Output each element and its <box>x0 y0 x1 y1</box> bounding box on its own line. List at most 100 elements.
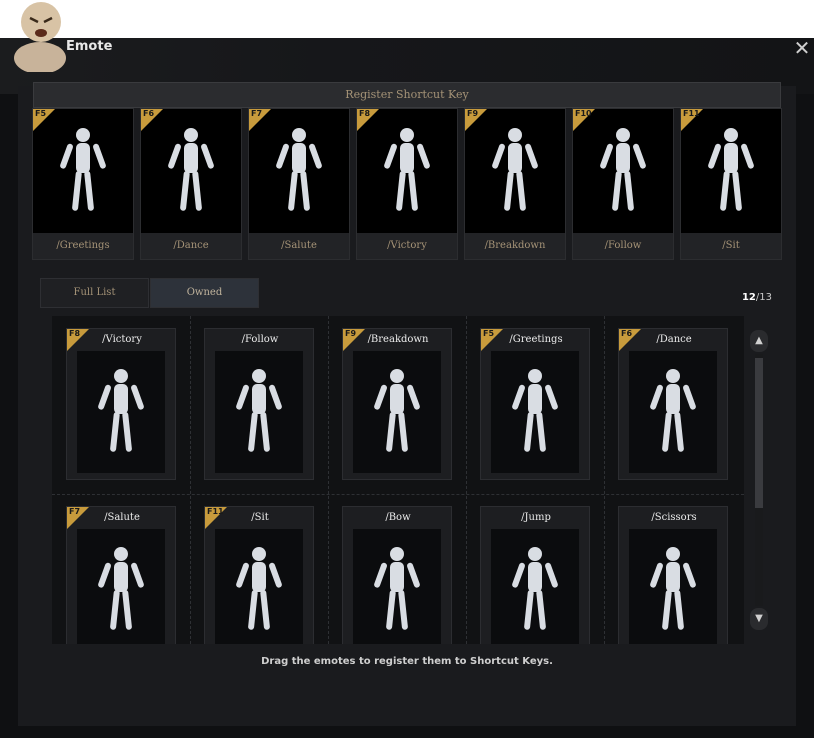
fkey-badge: F6 <box>619 329 641 351</box>
emote-art <box>491 351 579 473</box>
shortcut-slot-label: /Greetings <box>33 233 133 259</box>
emote-figure-icon <box>236 369 282 452</box>
emote-figure-icon <box>512 369 558 452</box>
grid-divider <box>328 316 329 644</box>
shortcut-slot[interactable]: F8/Victory <box>356 108 458 260</box>
fkey-badge: F8 <box>67 329 89 351</box>
grid-divider <box>52 494 744 495</box>
emote-card[interactable]: /Dance F6 <box>618 328 728 480</box>
emote-figure-icon <box>650 369 696 452</box>
emote-figure-icon <box>276 128 322 211</box>
fkey-badge: F7 <box>249 109 271 131</box>
fkey-badge: F5 <box>481 329 503 351</box>
fkey-label: F6 <box>143 109 155 118</box>
emote-art <box>629 529 717 644</box>
emote-figure-icon <box>650 547 696 630</box>
tab-full-list[interactable]: Full List <box>40 278 149 308</box>
fkey-label: F9 <box>345 329 357 338</box>
shortcut-slot[interactable]: F9/Breakdown <box>464 108 566 260</box>
fkey-label: F8 <box>69 329 81 338</box>
emote-figure-icon <box>384 128 430 211</box>
emote-card[interactable]: /Salute F7 <box>66 506 176 644</box>
fkey-badge: F5 <box>33 109 55 131</box>
emote-name: /Bow <box>385 512 411 523</box>
fkey-badge: F11 <box>681 109 703 131</box>
owned-counter: 12/13 <box>742 292 772 303</box>
emote-avatar-icon <box>14 2 66 72</box>
fkey-badge: F11 <box>205 507 227 529</box>
tab-owned[interactable]: Owned <box>150 278 259 308</box>
fkey-badge: F9 <box>465 109 487 131</box>
fkey-label: F9 <box>467 109 479 118</box>
fkey-label: F7 <box>251 109 263 118</box>
emote-art <box>491 529 579 644</box>
fkey-badge: F9 <box>343 329 365 351</box>
grid-divider <box>466 316 467 644</box>
emote-card[interactable]: /Breakdown F9 <box>342 328 452 480</box>
shortcut-slot-label: /Sit <box>681 233 781 259</box>
emote-card[interactable]: /Jump <box>480 506 590 644</box>
emote-figure-icon <box>512 547 558 630</box>
fkey-label: F8 <box>359 109 371 118</box>
emote-art <box>77 351 165 473</box>
fkey-label: F6 <box>621 329 633 338</box>
fkey-label: F7 <box>69 507 81 516</box>
emote-art <box>215 351 303 473</box>
emote-name: /Scissors <box>651 512 697 523</box>
grid-divider <box>604 316 605 644</box>
fkey-badge: F7 <box>67 507 89 529</box>
scroll-thumb[interactable] <box>755 358 763 508</box>
emote-art <box>353 351 441 473</box>
emote-list: /Victory F8/Follow/Breakdown F9/Greetings F… <box>52 316 744 644</box>
emote-card[interactable]: /Bow <box>342 506 452 644</box>
shortcut-slot-label: /Follow <box>573 233 673 259</box>
emote-art <box>353 529 441 644</box>
fkey-label: F11 <box>207 507 224 516</box>
emote-card[interactable]: /Greetings F5 <box>480 328 590 480</box>
emote-card[interactable]: /Sit F11 <box>204 506 314 644</box>
emote-art <box>77 529 165 644</box>
emote-name: /Follow <box>241 334 279 345</box>
fkey-badge: F10 <box>573 109 595 131</box>
emote-figure-icon <box>374 547 420 630</box>
shortcut-slot-label: /Dance <box>141 233 241 259</box>
scroll-down-icon[interactable]: ▼ <box>750 608 768 630</box>
emote-name: /Jump <box>521 512 551 523</box>
shortcut-slot[interactable]: F7/Salute <box>248 108 350 260</box>
emote-figure-icon <box>374 369 420 452</box>
emote-art <box>629 351 717 473</box>
fkey-badge: F8 <box>357 109 379 131</box>
shortcut-slot[interactable]: F5/Greetings <box>32 108 134 260</box>
emote-figure-icon <box>60 128 106 211</box>
emote-figure-icon <box>600 128 646 211</box>
fkey-label: F10 <box>575 109 592 118</box>
total-count: 13 <box>759 292 772 303</box>
shortcut-slot[interactable]: F11/Sit <box>680 108 782 260</box>
emote-card[interactable]: /Scissors <box>618 506 728 644</box>
emote-figure-icon <box>492 128 538 211</box>
fkey-label: F11 <box>683 109 700 118</box>
shortcut-slot[interactable]: F10/Follow <box>572 108 674 260</box>
window-title: Emote <box>66 39 113 54</box>
close-icon[interactable]: ✕ <box>792 38 812 58</box>
emote-art <box>215 529 303 644</box>
shortcut-slot-label: /Salute <box>249 233 349 259</box>
emote-figure-icon <box>708 128 754 211</box>
fkey-label: F5 <box>483 329 495 338</box>
emote-figure-icon <box>98 369 144 452</box>
emote-card[interactable]: /Follow <box>204 328 314 480</box>
drag-hint: Drag the emotes to register them to Shor… <box>261 656 553 667</box>
list-scrollbar[interactable]: ▲ ▼ <box>750 330 768 630</box>
shortcut-slot-label: /Breakdown <box>465 233 565 259</box>
register-shortcut-header: Register Shortcut Key <box>33 82 781 108</box>
emote-figure-icon <box>98 547 144 630</box>
emote-figure-icon <box>236 547 282 630</box>
emote-card[interactable]: /Victory F8 <box>66 328 176 480</box>
scroll-up-icon[interactable]: ▲ <box>750 330 768 352</box>
shortcut-slot-label: /Victory <box>357 233 457 259</box>
grid-divider <box>190 316 191 644</box>
shortcut-slot[interactable]: F6/Dance <box>140 108 242 260</box>
owned-count: 12 <box>741 292 756 303</box>
emote-figure-icon <box>168 128 214 211</box>
fkey-badge: F6 <box>141 109 163 131</box>
